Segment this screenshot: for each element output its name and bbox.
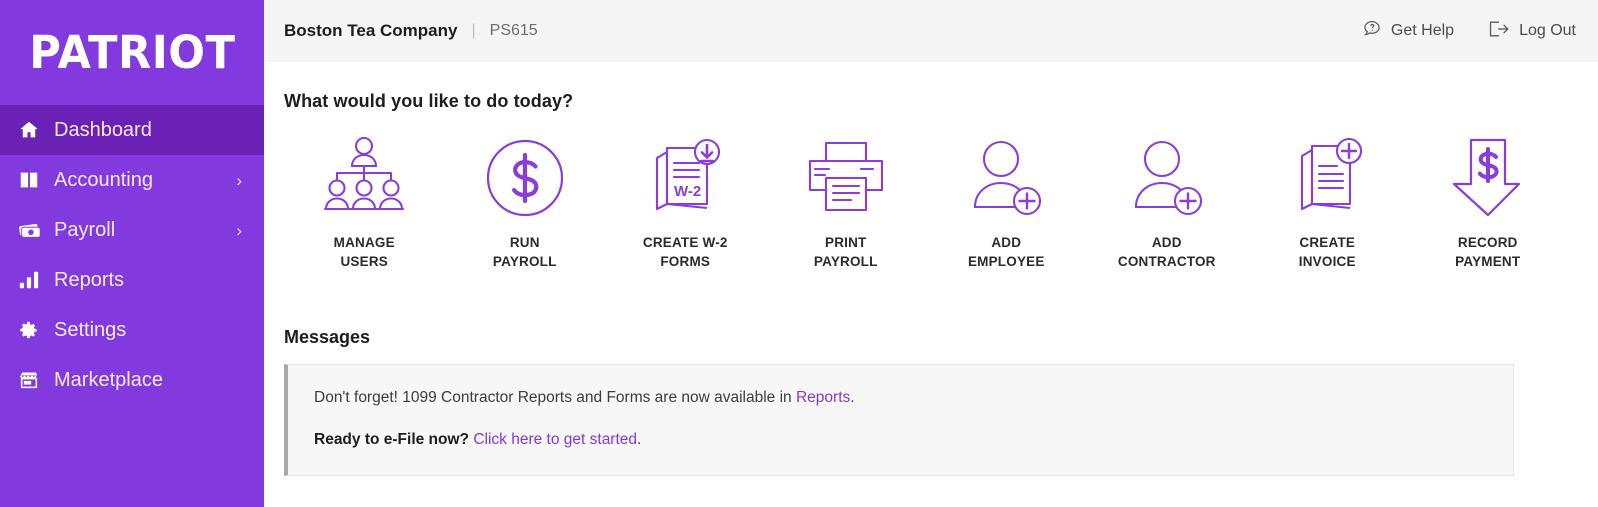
action-create-invoice[interactable]: CREATE INVOICE — [1247, 134, 1408, 271]
messages-panel: Don't forget! 1099 Contractor Reports an… — [284, 364, 1514, 477]
money-icon — [18, 219, 46, 241]
logout-icon — [1488, 19, 1510, 44]
sidebar-item-reports[interactable]: Reports — [0, 255, 264, 305]
log-out-button[interactable]: Log Out — [1488, 19, 1576, 44]
main-area: Boston Tea Company | PS615 Get Help Log … — [264, 0, 1598, 507]
page-title: What would you like to do today? — [284, 91, 574, 111]
action-manage-users[interactable]: MANAGE USERS — [284, 134, 445, 271]
person-plus-icon — [965, 134, 1047, 222]
action-label: MANAGE USERS — [333, 235, 395, 269]
account-id: PS615 — [489, 22, 538, 39]
printer-icon — [804, 134, 888, 222]
message-text-end: . — [850, 389, 855, 407]
action-add-employee[interactable]: ADD EMPLOYEE — [926, 134, 1087, 271]
home-icon — [18, 119, 46, 141]
sidebar-item-settings[interactable]: Settings — [0, 305, 264, 355]
sidebar-item-accounting[interactable]: Accounting › — [0, 155, 264, 205]
sidebar-item-marketplace[interactable]: Marketplace — [0, 355, 264, 405]
logo[interactable]: PATRIOT — [0, 0, 264, 105]
person-plus-icon — [1126, 134, 1208, 222]
chevron-right-icon: › — [236, 220, 242, 240]
action-record-payment[interactable]: RECORD PAYMENT — [1408, 134, 1569, 271]
documents-plus-icon — [1286, 134, 1368, 222]
org-chart-users-icon — [318, 134, 410, 222]
company-name: Boston Tea Company — [284, 21, 458, 40]
help-bubble-icon — [1362, 19, 1382, 44]
messages-heading: Messages — [284, 327, 371, 348]
sidebar-item-label: Reports — [54, 268, 125, 291]
action-label: RECORD PAYMENT — [1455, 235, 1521, 269]
action-label: ADD EMPLOYEE — [967, 235, 1045, 269]
header-separator: | — [471, 22, 476, 39]
app-root: PATRIOT Dashboard Accounting › Payroll ›… — [0, 0, 1598, 507]
book-icon — [18, 169, 46, 191]
w2-documents-download-icon: W-2 — [643, 134, 727, 222]
sidebar-item-label: Payroll — [54, 218, 116, 241]
sidebar: PATRIOT Dashboard Accounting › Payroll ›… — [0, 0, 264, 507]
get-help-button[interactable]: Get Help — [1362, 19, 1454, 44]
efile-prompt: Ready to e-File now? — [314, 430, 470, 448]
dollar-circle-icon — [485, 134, 565, 222]
quick-actions-row: MANAGE USERS RUN PAYROLL W-2 CREATE W-2 … — [284, 134, 1598, 271]
sidebar-item-dashboard[interactable]: Dashboard — [0, 105, 264, 155]
action-label: RUN PAYROLL — [492, 235, 557, 269]
top-header-bar: Boston Tea Company | PS615 Get Help Log … — [264, 0, 1598, 63]
action-label: CREATE INVOICE — [1298, 235, 1356, 269]
log-out-label: Log Out — [1519, 22, 1576, 39]
action-print-payroll[interactable]: PRINT PAYROLL — [766, 134, 927, 271]
content-area: What would you like to do today? MANAGE … — [264, 63, 1598, 477]
svg-text:W-2: W-2 — [674, 183, 701, 200]
sidebar-item-label: Settings — [54, 318, 127, 341]
action-add-contractor[interactable]: ADD CONTRACTOR — [1087, 134, 1248, 271]
action-label: PRINT PAYROLL — [813, 235, 878, 269]
reports-link[interactable]: Reports — [796, 389, 850, 406]
action-label: CREATE W-2 FORMS — [642, 235, 728, 269]
sidebar-item-label: Marketplace — [54, 368, 163, 391]
chevron-right-icon: › — [236, 170, 242, 190]
efile-start-link[interactable]: Click here to get started — [473, 431, 637, 448]
sidebar-item-label: Dashboard — [54, 118, 152, 141]
get-help-label: Get Help — [1390, 22, 1455, 39]
header-actions: Get Help Log Out — [1362, 19, 1576, 44]
message-line-2: Ready to e-File now? Click here to get s… — [314, 429, 1487, 451]
action-run-payroll[interactable]: RUN PAYROLL — [445, 134, 606, 271]
gear-icon — [18, 320, 46, 341]
arrow-down-dollar-icon — [1448, 134, 1528, 222]
message-text-end: . — [637, 430, 642, 448]
bar-chart-icon — [18, 269, 46, 291]
logo-text: PATRIOT — [28, 26, 236, 79]
sidebar-item-payroll[interactable]: Payroll › — [0, 205, 264, 255]
message-text: Don't forget! 1099 Contractor Reports an… — [314, 389, 796, 407]
action-label: ADD CONTRACTOR — [1117, 235, 1216, 269]
sidebar-item-label: Accounting — [54, 168, 153, 191]
storefront-icon — [18, 369, 46, 391]
action-create-w2-forms[interactable]: W-2 CREATE W-2 FORMS — [605, 134, 766, 271]
message-line-1: Don't forget! 1099 Contractor Reports an… — [314, 387, 1487, 409]
